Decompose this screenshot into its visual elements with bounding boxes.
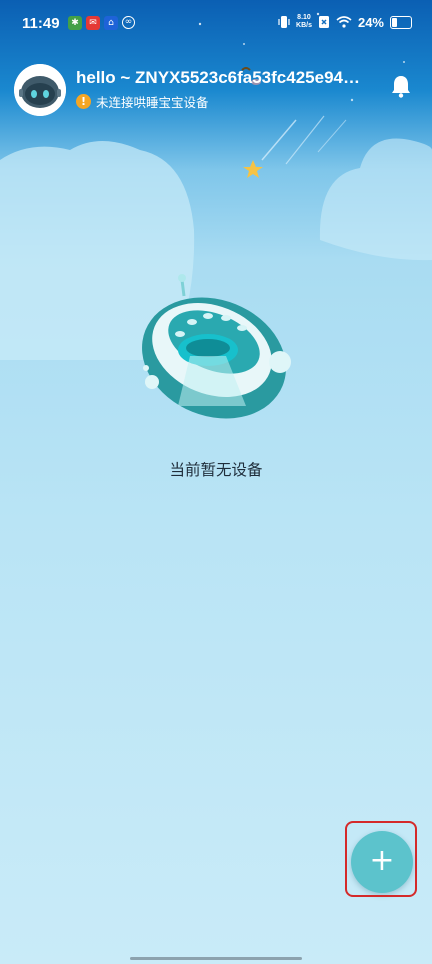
battery-icon — [390, 15, 412, 29]
ufo-illustration-icon — [142, 274, 291, 419]
net-speed-value: 8.10 — [297, 14, 311, 21]
device-status: ! 未连接哄睡宝宝设备 — [76, 92, 209, 111]
notification-icons: ✱ ✉ ⌂ ∞ — [68, 16, 135, 30]
shooting-star-trail — [261, 119, 297, 161]
star-icon — [243, 160, 263, 178]
empty-state-message: 当前暂无设备 — [169, 461, 263, 479]
wifi-icon — [336, 16, 352, 28]
app-notification-icon: ⌂ — [104, 16, 118, 30]
robot-avatar-icon — [14, 64, 66, 116]
home-indicator[interactable] — [130, 957, 302, 960]
app-notification-icon: ✉ — [86, 16, 100, 30]
link-icon: ∞ — [122, 16, 135, 29]
status-right: 8.10 KB/s 24% — [278, 14, 412, 30]
background-decor — [0, 12, 432, 360]
empty-state — [0, 270, 432, 434]
battery-percent: 24% — [357, 14, 384, 30]
status-bar: 11:49 ✱ ✉ ⌂ ∞ 8.10 KB/s 24% — [0, 0, 432, 52]
star-dot — [403, 61, 405, 63]
device-status-text: 未连接哄睡宝宝设备 — [96, 95, 209, 110]
warning-icon: ! — [76, 94, 91, 109]
highlight-box — [345, 821, 417, 897]
cloud-right — [319, 138, 432, 261]
no-sim-icon — [318, 16, 329, 28]
app-notification-icon: ✱ — [68, 16, 82, 30]
vibrate-icon — [278, 16, 290, 28]
shooting-star-trail — [285, 115, 325, 165]
net-speed-unit: KB/s — [296, 22, 312, 29]
bell-icon[interactable] — [390, 74, 412, 98]
avatar[interactable] — [14, 64, 66, 116]
shooting-star-trail — [317, 119, 347, 153]
net-speed: 8.10 KB/s — [296, 14, 312, 30]
status-time: 11:49 — [22, 15, 60, 32]
header: hello ~ ZNYX5523c6fa53fc425e94… ! 未连接哄睡宝… — [14, 64, 418, 120]
user-greeting: hello ~ ZNYX5523c6fa53fc425e94… — [76, 68, 360, 87]
